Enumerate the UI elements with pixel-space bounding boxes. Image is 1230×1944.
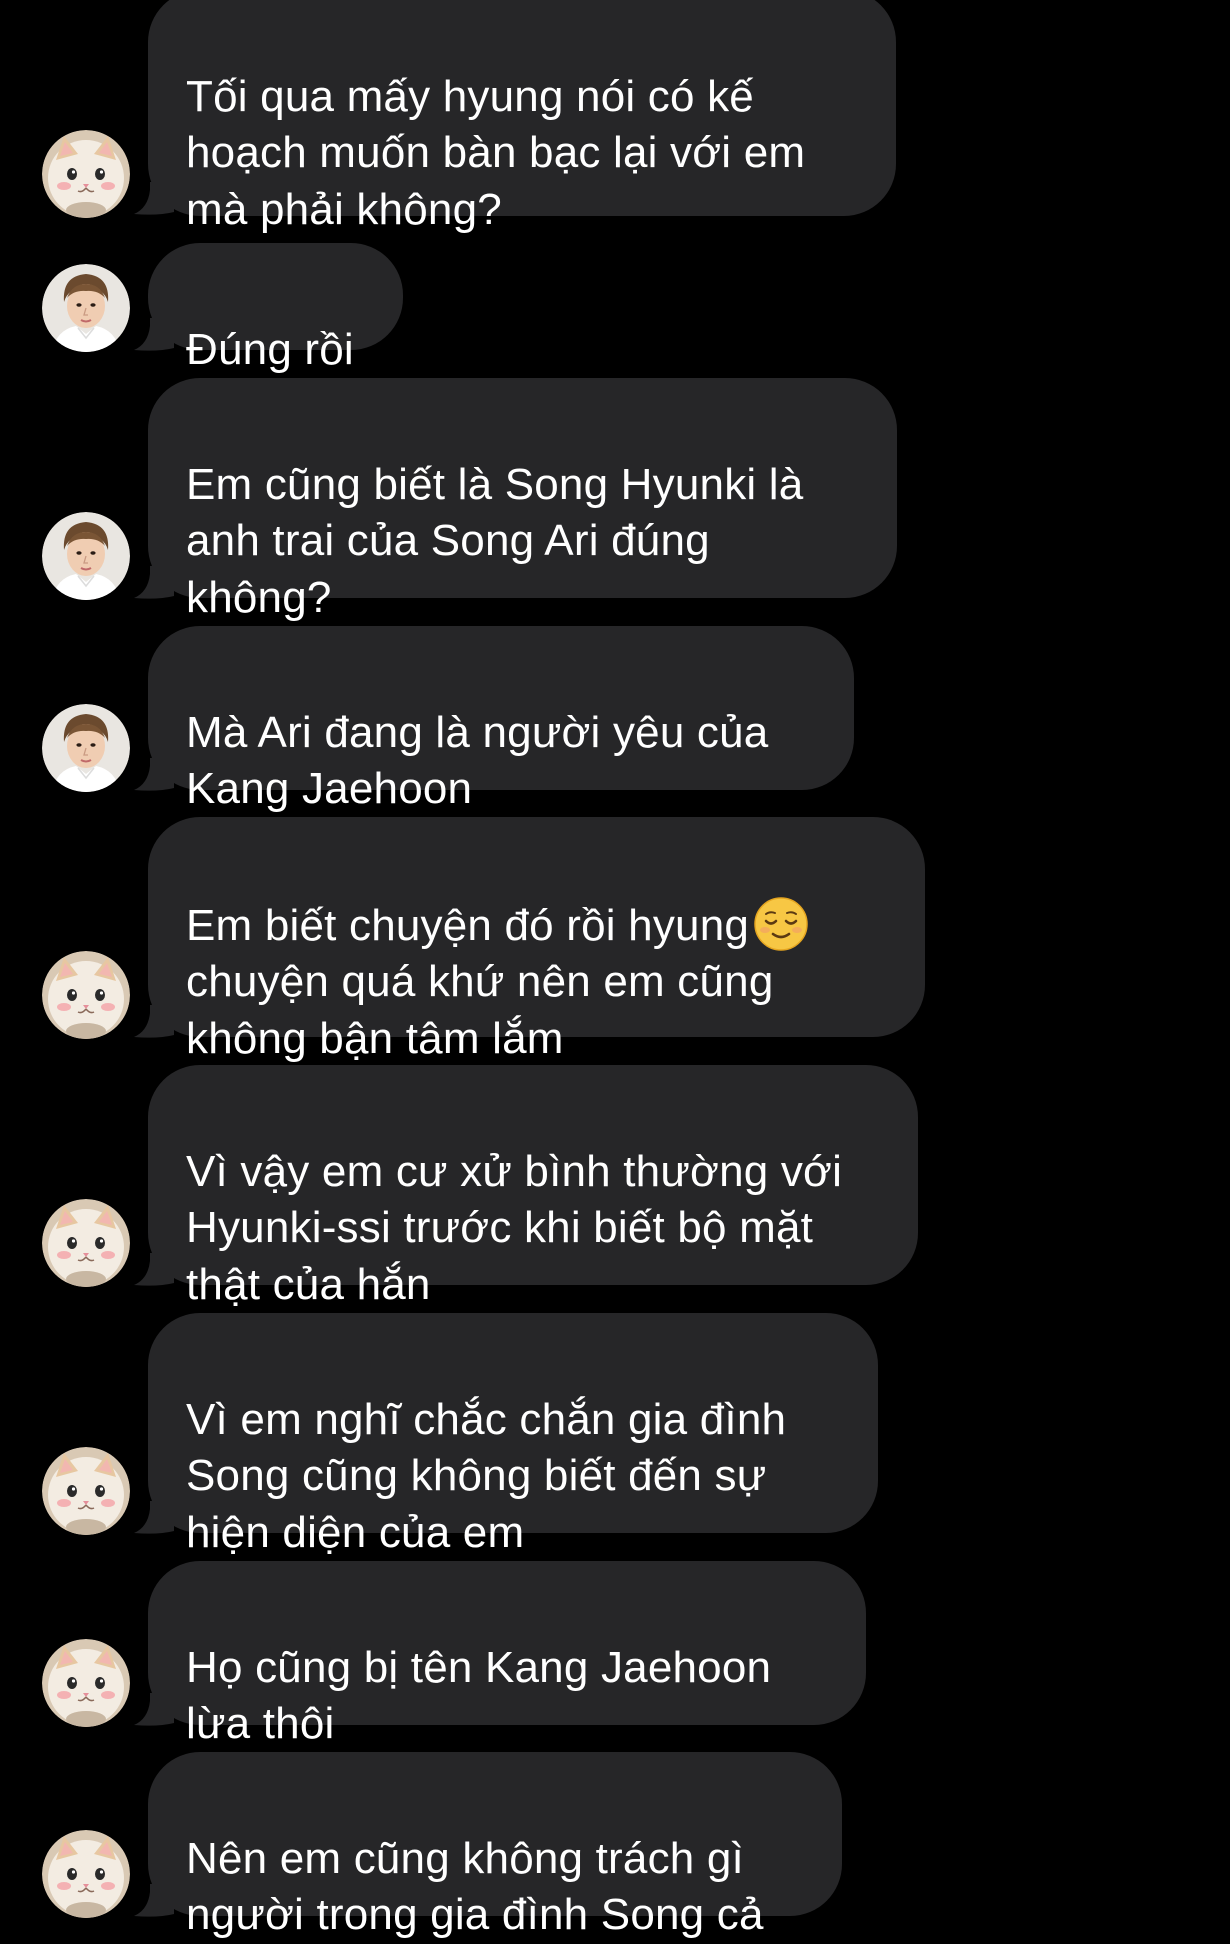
message-bubble[interactable]: Mà Ari đang là người yêu của Kang Jaehoo…	[148, 626, 854, 813]
cat-avatar[interactable]	[42, 130, 130, 218]
message-bubble[interactable]: Tối qua mấy hyung nói có kế hoạch muốn b…	[148, 0, 896, 234]
cat-avatar[interactable]	[42, 1830, 130, 1918]
bubble-tail	[134, 182, 174, 216]
message-bubble[interactable]: Đúng rồi	[148, 243, 403, 374]
cat-avatar[interactable]	[42, 1447, 130, 1535]
bubble-tail	[134, 566, 174, 600]
message-text: Vì em nghĩ chắc chắn gia đình Song cũng …	[186, 1394, 787, 1557]
message-text: Tối qua mấy hyung nói có kế hoạch muốn b…	[186, 71, 806, 234]
message-text: Em cũng biết là Song Hyunki là anh trai …	[186, 459, 804, 622]
bubble-tail	[134, 1884, 174, 1918]
message-bubble[interactable]: Nên em cũng không trách gì người trong g…	[148, 1752, 842, 1939]
message-text: Vì vậy em cư xử bình thường với Hyunki-s…	[186, 1146, 843, 1309]
message-text: Em biết chuyện đó rồi hyung	[186, 900, 750, 950]
message-bubble[interactable]: Em cũng biết là Song Hyunki là anh trai …	[148, 378, 897, 622]
message-text: Nên em cũng không trách gì người trong g…	[186, 1833, 764, 1940]
person-avatar[interactable]	[42, 704, 130, 792]
message-bubble[interactable]: Em biết chuyện đó rồi hyung chuyện quá k…	[148, 817, 925, 1063]
bubble-tail	[134, 758, 174, 792]
person-avatar[interactable]	[42, 264, 130, 352]
cat-avatar[interactable]	[42, 951, 130, 1039]
relieved-face-emoji	[754, 896, 808, 951]
message-bubble[interactable]: Họ cũng bị tên Kang Jaehoon lừa thôi	[148, 1561, 866, 1748]
message-bubble[interactable]: Vì vậy em cư xử bình thường với Hyunki-s…	[148, 1065, 918, 1309]
message-text: Đúng rồi	[186, 324, 354, 374]
message-bubble[interactable]: Vì em nghĩ chắc chắn gia đình Song cũng …	[148, 1313, 878, 1557]
chat-thread[interactable]: Tối qua mấy hyung nói có kế hoạch muốn b…	[0, 0, 1230, 1939]
message-text: Mà Ari đang là người yêu của Kang Jaehoo…	[186, 707, 769, 814]
bubble-tail	[134, 1005, 174, 1039]
bubble-tail	[134, 1253, 174, 1287]
cat-avatar[interactable]	[42, 1639, 130, 1727]
person-avatar[interactable]	[42, 512, 130, 600]
message-text: Họ cũng bị tên Kang Jaehoon lừa thôi	[186, 1642, 772, 1749]
bubble-tail	[134, 1693, 174, 1727]
bubble-tail	[134, 1501, 174, 1535]
cat-avatar[interactable]	[42, 1199, 130, 1287]
message-text-continued: chuyện quá khứ nên em cũng không bận tâm…	[186, 957, 774, 1063]
bubble-tail	[134, 318, 174, 352]
